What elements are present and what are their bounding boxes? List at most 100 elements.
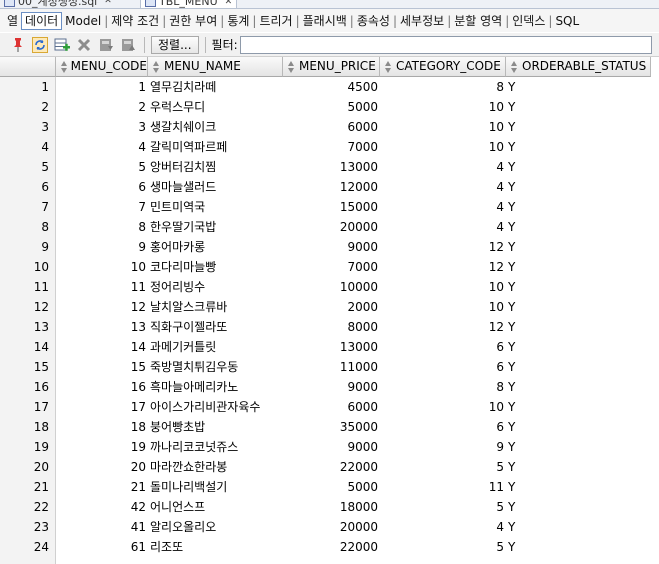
cell-orderable-status[interactable]: Y bbox=[506, 337, 651, 357]
cell-menu-price[interactable]: 8000 bbox=[283, 317, 380, 337]
cell-menu-price[interactable]: 7000 bbox=[283, 257, 380, 277]
table-row[interactable]: 19 19 까나리코코넛쥬스 9000 9 Y bbox=[0, 437, 659, 457]
cell-menu-name[interactable]: 날치알스크류바 bbox=[148, 297, 283, 317]
cell-orderable-status[interactable]: Y bbox=[506, 357, 651, 377]
column-header-menu-name[interactable]: MENU_NAME bbox=[148, 57, 283, 77]
cell-menu-price[interactable]: 13000 bbox=[283, 337, 380, 357]
cell-menu-price[interactable]: 5000 bbox=[283, 477, 380, 497]
cell-menu-price[interactable]: 22000 bbox=[283, 457, 380, 477]
cell-menu-name[interactable]: 아이스가리비관자육수 bbox=[148, 397, 283, 417]
tab-triggers[interactable]: 트리거 bbox=[256, 12, 295, 29]
sort-button[interactable]: 정렬... bbox=[151, 35, 199, 54]
cell-menu-code[interactable]: 7 bbox=[56, 197, 148, 217]
cell-category-code[interactable]: 10 bbox=[380, 137, 506, 157]
cell-orderable-status[interactable]: Y bbox=[506, 537, 651, 557]
cell-category-code[interactable]: 4 bbox=[380, 197, 506, 217]
cell-menu-price[interactable]: 18000 bbox=[283, 497, 380, 517]
column-header-category-code[interactable]: CATEGORY_CODE bbox=[380, 57, 506, 77]
table-row[interactable]: 11 11 정어리빙수 10000 10 Y bbox=[0, 277, 659, 297]
table-row[interactable]: 24 61 리조또 22000 5 Y bbox=[0, 537, 659, 557]
cell-menu-name[interactable]: 갈릭미역파르페 bbox=[148, 137, 283, 157]
cell-orderable-status[interactable]: Y bbox=[506, 297, 651, 317]
cell-menu-name[interactable]: 까나리코코넛쥬스 bbox=[148, 437, 283, 457]
cell-menu-code[interactable]: 9 bbox=[56, 237, 148, 257]
cell-menu-code[interactable]: 5 bbox=[56, 157, 148, 177]
table-row[interactable]: 9 9 홍어마카롱 9000 12 Y bbox=[0, 237, 659, 257]
cell-menu-code[interactable]: 16 bbox=[56, 377, 148, 397]
table-row[interactable]: 21 21 돌미나리백설기 5000 11 Y bbox=[0, 477, 659, 497]
tab-flashback[interactable]: 플래시백 bbox=[300, 12, 350, 29]
cell-menu-price[interactable]: 35000 bbox=[283, 417, 380, 437]
cell-menu-price[interactable]: 5000 bbox=[283, 97, 380, 117]
insert-row-icon[interactable] bbox=[54, 37, 70, 53]
cell-menu-price[interactable]: 20000 bbox=[283, 517, 380, 537]
cell-menu-name[interactable]: 리조또 bbox=[148, 537, 283, 557]
cell-menu-name[interactable]: 한우딸기국밥 bbox=[148, 217, 283, 237]
cell-orderable-status[interactable]: Y bbox=[506, 77, 651, 97]
cell-category-code[interactable]: 6 bbox=[380, 417, 506, 437]
cell-category-code[interactable]: 4 bbox=[380, 177, 506, 197]
cell-menu-price[interactable]: 22000 bbox=[283, 537, 380, 557]
cell-category-code[interactable]: 5 bbox=[380, 457, 506, 477]
cell-menu-name[interactable]: 붕어빵초밥 bbox=[148, 417, 283, 437]
cell-orderable-status[interactable]: Y bbox=[506, 477, 651, 497]
column-header-menu-price[interactable]: MENU_PRICE bbox=[283, 57, 380, 77]
cell-menu-code[interactable]: 2 bbox=[56, 97, 148, 117]
cell-category-code[interactable]: 10 bbox=[380, 297, 506, 317]
cell-category-code[interactable]: 8 bbox=[380, 77, 506, 97]
cell-menu-code[interactable]: 3 bbox=[56, 117, 148, 137]
cell-menu-price[interactable]: 4500 bbox=[283, 77, 380, 97]
cell-menu-name[interactable]: 돌미나리백설기 bbox=[148, 477, 283, 497]
cell-menu-price[interactable]: 20000 bbox=[283, 217, 380, 237]
cell-menu-code[interactable]: 42 bbox=[56, 497, 148, 517]
cell-orderable-status[interactable]: Y bbox=[506, 137, 651, 157]
tab-model[interactable]: Model bbox=[62, 14, 104, 28]
cell-menu-price[interactable]: 9000 bbox=[283, 237, 380, 257]
close-icon[interactable]: ✕ bbox=[104, 0, 112, 6]
tab-partitions[interactable]: 분할 영역 bbox=[451, 12, 505, 29]
doc-tab-table[interactable]: TBL_MENU ✕ bbox=[140, 0, 238, 8]
sort-icon[interactable] bbox=[60, 60, 68, 73]
cell-menu-code[interactable]: 12 bbox=[56, 297, 148, 317]
table-row[interactable]: 6 6 생마늘샐러드 12000 4 Y bbox=[0, 177, 659, 197]
cell-category-code[interactable]: 4 bbox=[380, 217, 506, 237]
cell-menu-name[interactable]: 알리오올리오 bbox=[148, 517, 283, 537]
cell-category-code[interactable]: 10 bbox=[380, 117, 506, 137]
cell-orderable-status[interactable]: Y bbox=[506, 217, 651, 237]
cell-orderable-status[interactable]: Y bbox=[506, 117, 651, 137]
cell-menu-name[interactable]: 생갈치쉐이크 bbox=[148, 117, 283, 137]
cell-orderable-status[interactable]: Y bbox=[506, 257, 651, 277]
cell-menu-price[interactable]: 15000 bbox=[283, 197, 380, 217]
delete-row-icon[interactable] bbox=[76, 37, 92, 53]
cell-menu-code[interactable]: 17 bbox=[56, 397, 148, 417]
cell-orderable-status[interactable]: Y bbox=[506, 457, 651, 477]
cell-orderable-status[interactable]: Y bbox=[506, 317, 651, 337]
column-header-menu-code[interactable]: MENU_CODE bbox=[56, 57, 148, 77]
cell-category-code[interactable]: 10 bbox=[380, 277, 506, 297]
cell-orderable-status[interactable]: Y bbox=[506, 417, 651, 437]
filter-input[interactable] bbox=[239, 35, 652, 54]
tab-columns[interactable]: 열 bbox=[4, 12, 21, 29]
cell-menu-code[interactable]: 8 bbox=[56, 217, 148, 237]
cell-category-code[interactable]: 8 bbox=[380, 377, 506, 397]
column-header-orderable-status[interactable]: ORDERABLE_STATUS bbox=[506, 57, 651, 77]
cell-menu-code[interactable]: 14 bbox=[56, 337, 148, 357]
cell-category-code[interactable]: 12 bbox=[380, 237, 506, 257]
cell-category-code[interactable]: 6 bbox=[380, 337, 506, 357]
cell-category-code[interactable]: 4 bbox=[380, 157, 506, 177]
cell-category-code[interactable]: 11 bbox=[380, 477, 506, 497]
table-row[interactable]: 16 16 흑마늘아메리카노 9000 8 Y bbox=[0, 377, 659, 397]
cell-menu-name[interactable]: 어니언스프 bbox=[148, 497, 283, 517]
cell-menu-price[interactable]: 9000 bbox=[283, 377, 380, 397]
table-row[interactable]: 3 3 생갈치쉐이크 6000 10 Y bbox=[0, 117, 659, 137]
cell-orderable-status[interactable]: Y bbox=[506, 437, 651, 457]
cell-orderable-status[interactable]: Y bbox=[506, 497, 651, 517]
cell-orderable-status[interactable]: Y bbox=[506, 237, 651, 257]
cell-category-code[interactable]: 5 bbox=[380, 497, 506, 517]
table-row[interactable]: 13 13 직화구이젤라또 8000 12 Y bbox=[0, 317, 659, 337]
cell-menu-price[interactable]: 7000 bbox=[283, 137, 380, 157]
table-row[interactable]: 23 41 알리오올리오 20000 4 Y bbox=[0, 517, 659, 537]
cell-menu-name[interactable]: 민트미역국 bbox=[148, 197, 283, 217]
cell-category-code[interactable]: 10 bbox=[380, 97, 506, 117]
tab-indexes[interactable]: 인덱스 bbox=[509, 12, 548, 29]
